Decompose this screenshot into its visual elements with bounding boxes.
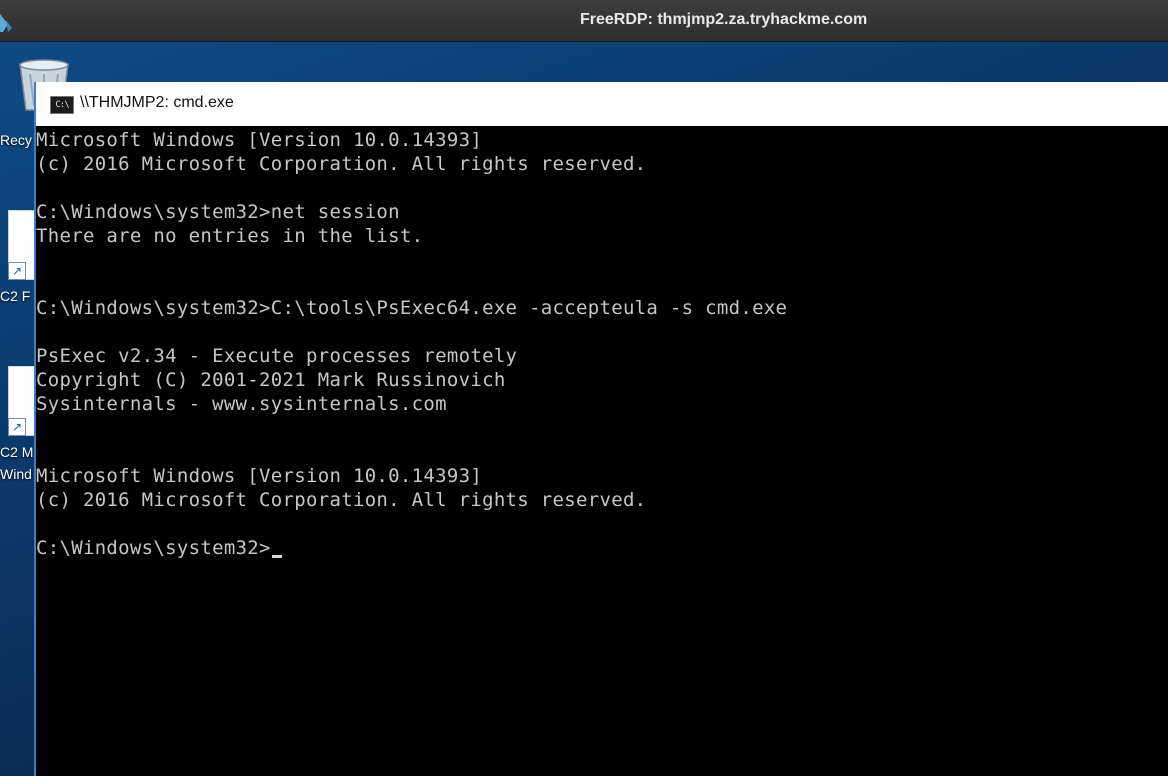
console-line: (c) 2016 Microsoft Corporation. All righ… [36, 153, 647, 175]
desktop-icon-label: Recy [0, 132, 32, 148]
rdp-window-title: FreeRDP: thmjmp2.za.tryhackme.com [580, 11, 868, 28]
console-line: Microsoft Windows [Version 10.0.14393] [36, 129, 483, 151]
desktop-icon-label: Wind [0, 466, 32, 482]
console-line: There are no entries in the list. [36, 225, 424, 247]
desktop-icon-label: C2 M [0, 444, 34, 460]
console-line: Microsoft Windows [Version 10.0.14393] [36, 465, 483, 487]
rdp-title-bar[interactable]: FreeRDP: thmjmp2.za.tryhackme.com [0, 0, 1168, 42]
console-line: C:\Windows\system32>C:\tools\PsExec64.ex… [36, 297, 788, 319]
console-prompt: C:\Windows\system32> [36, 537, 271, 559]
desktop-icon-c2-m[interactable]: ↗ C2 M Wind [0, 366, 38, 486]
shortcut-arrow-icon: ↗ [8, 262, 26, 280]
console-line: Sysinternals - www.sysinternals.com [36, 393, 447, 415]
cmd-window-title: \\THMJMP2: cmd.exe [80, 94, 234, 111]
freerdp-logo-icon [0, 14, 12, 32]
shortcut-arrow-icon: ↗ [8, 418, 26, 436]
console-prompt-line[interactable]: C:\Windows\system32> [36, 536, 1168, 560]
console-line: PsExec v2.34 - Execute processes remotel… [36, 345, 518, 367]
console-line: (c) 2016 Microsoft Corporation. All righ… [36, 489, 647, 511]
desktop-icon-label: C2 F [0, 288, 31, 304]
console-output[interactable]: Microsoft Windows [Version 10.0.14393] (… [36, 126, 1168, 776]
desktop-icon-recycle-bin[interactable]: Recy [0, 42, 69, 152]
text-cursor [271, 555, 282, 558]
cmd-title-bar[interactable]: C:\ \\THMJMP2: cmd.exe [36, 82, 1168, 126]
console-line: C:\Windows\system32>net session [36, 201, 400, 223]
cmd-window[interactable]: C:\ \\THMJMP2: cmd.exe Microsoft Windows… [34, 82, 1168, 776]
cmd-icon: C:\ [50, 96, 74, 114]
desktop-icon-c2-f[interactable]: ↗ C2 F [0, 210, 38, 310]
console-line: Copyright (C) 2001-2021 Mark Russinovich [36, 369, 506, 391]
